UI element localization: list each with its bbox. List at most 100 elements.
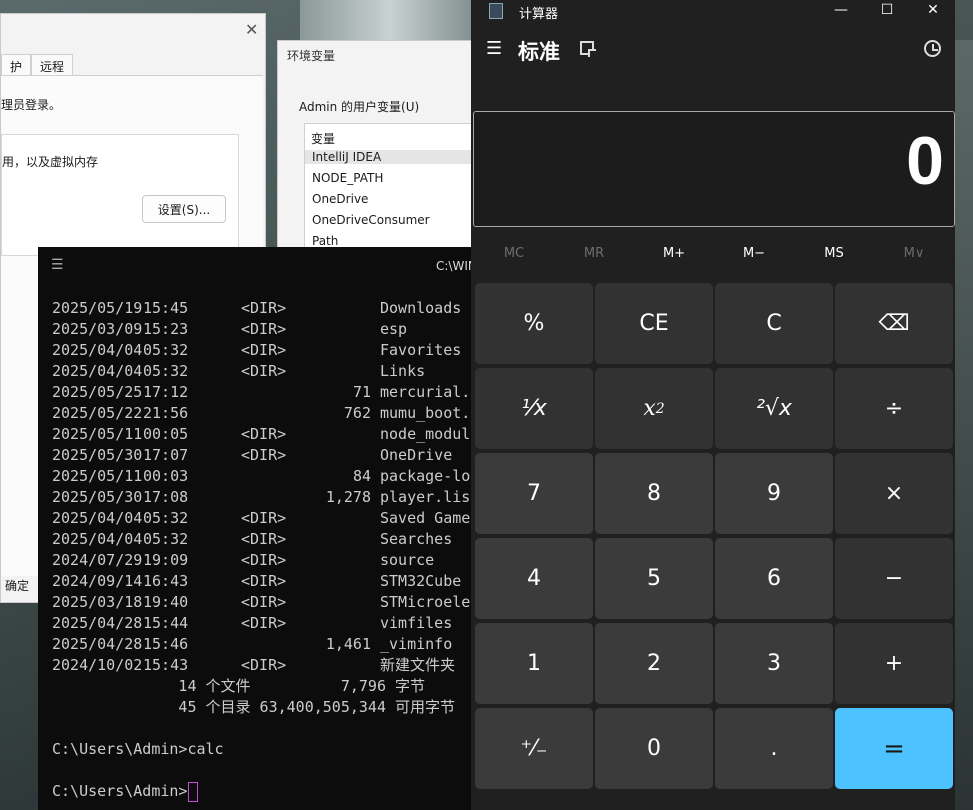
clear-button[interactable]: C	[715, 283, 833, 364]
entry-date: 2025/03/18	[52, 593, 143, 611]
digit-6-button[interactable]: 6	[715, 538, 833, 619]
list-item[interactable]: NODE_PATH	[312, 171, 383, 185]
entry-time: 15:43	[143, 656, 189, 674]
terminal-line: 2025/05/2221:56 762 mumu_boot.t	[52, 403, 479, 424]
entry-date: 2025/05/11	[52, 467, 143, 485]
summary-files-line: 14 个文件 7,796 字节	[52, 677, 426, 695]
performance-group: 用，以及虚拟内存 设置(S)...	[1, 134, 239, 256]
terminal-output: 2025/05/1915:45 <DIR> Downloads 2025/03/091…	[52, 298, 479, 802]
tab-protection[interactable]: 护	[1, 54, 32, 76]
maximize-button[interactable]: ☐	[864, 0, 910, 20]
history-icon[interactable]	[924, 40, 941, 57]
entry-date: 2024/10/02	[52, 656, 143, 674]
multiply-button[interactable]: ×	[835, 453, 953, 534]
memory-subtract-button[interactable]: M−	[714, 246, 794, 261]
memory-add-button[interactable]: M+	[634, 246, 714, 261]
divide-button[interactable]: ÷	[835, 368, 953, 449]
entry-name: player.list	[380, 488, 480, 506]
entry-date: 2025/05/22	[52, 404, 143, 422]
square-button[interactable]: x2	[595, 368, 713, 449]
negate-button[interactable]: ⁺⁄₋	[475, 708, 593, 789]
sysprops-tabs: 护 远程	[1, 54, 74, 76]
digit-7-button[interactable]: 7	[475, 453, 593, 534]
column-header-variable[interactable]: 变量	[311, 130, 335, 147]
digit-4-button[interactable]: 4	[475, 538, 593, 619]
entry-dir-flag: <DIR>	[241, 341, 287, 359]
tab-remote[interactable]: 远程	[31, 54, 74, 76]
calculator-window: 计算器 — ☐ ✕ ☰ 标准 0 MC MR M+ M− MS M∨ % CE …	[471, 0, 955, 810]
entry-time: 00:05	[143, 425, 189, 443]
entry-dir-flag: <DIR>	[241, 593, 287, 611]
entry-dir-flag: <DIR>	[241, 362, 287, 380]
settings-button[interactable]: 设置(S)...	[142, 195, 226, 223]
digit-8-button[interactable]: 8	[595, 453, 713, 534]
memory-list-button[interactable]: M∨	[874, 246, 954, 261]
entry-time: 05:32	[143, 362, 189, 380]
entry-dir-flag: <DIR>	[241, 572, 287, 590]
digit-5-button[interactable]: 5	[595, 538, 713, 619]
memory-store-button[interactable]: MS	[794, 246, 874, 261]
terminal-window[interactable]: ☰ C:\WIN 2025/05/1915:45 <DIR> Downloads 20…	[38, 247, 479, 810]
percent-button[interactable]: %	[475, 283, 593, 364]
entry-time: 21:56	[143, 404, 189, 422]
minus-button[interactable]: −	[835, 538, 953, 619]
entry-name: Links	[380, 362, 426, 380]
terminal-line: 2025/05/1100:03 84 package-loc	[52, 466, 479, 487]
window-title: 计算器	[519, 7, 559, 22]
memory-clear-button[interactable]: MC	[474, 246, 554, 261]
digit-1-button[interactable]: 1	[475, 623, 593, 704]
entry-size: 84	[352, 467, 371, 485]
digit-0-button[interactable]: 0	[595, 708, 713, 789]
entry-size: 1,461	[325, 635, 371, 653]
digit-2-button[interactable]: 2	[595, 623, 713, 704]
entry-dir-flag: <DIR>	[241, 551, 287, 569]
entry-name: Favorites	[380, 341, 462, 359]
entry-date: 2025/04/28	[52, 635, 143, 653]
list-item[interactable]: IntelliJ IDEA	[305, 150, 483, 164]
entry-date: 2025/05/19	[52, 299, 143, 317]
digit-9-button[interactable]: 9	[715, 453, 833, 534]
backspace-button[interactable]: ⌫	[835, 283, 953, 364]
close-button[interactable]: ✕	[910, 0, 955, 20]
ok-button[interactable]: 确定	[5, 577, 29, 594]
entry-time: 05:32	[143, 509, 189, 527]
entry-name: STM32Cube	[380, 572, 462, 590]
entry-name: source	[380, 551, 435, 569]
entry-time: 16:43	[143, 572, 189, 590]
wallpaper-edge	[955, 40, 973, 810]
equals-button[interactable]: =	[835, 708, 953, 789]
list-item[interactable]: Path	[312, 234, 338, 248]
square-root-button[interactable]: ²√x	[715, 368, 833, 449]
result-display: 0	[473, 111, 955, 227]
digit-3-button[interactable]: 3	[715, 623, 833, 704]
entry-date: 2025/05/30	[52, 488, 143, 506]
memory-recall-button[interactable]: MR	[554, 246, 634, 261]
list-item[interactable]: OneDriveConsumer	[312, 213, 430, 227]
entry-name: 新建文件夹	[380, 656, 456, 674]
reciprocal-button[interactable]: ¹⁄x	[475, 368, 593, 449]
entry-time: 00:03	[143, 467, 189, 485]
entry-time: 15:23	[143, 320, 189, 338]
plus-button[interactable]: +	[835, 623, 953, 704]
menu-icon[interactable]: ☰	[51, 257, 64, 273]
summary-dirs-line: 45 个目录 63,400,505,344 可用字节	[52, 698, 456, 716]
clear-entry-button[interactable]: CE	[595, 283, 713, 364]
entry-time: 17:08	[143, 488, 189, 506]
terminal-line: 2025/05/3017:08 1,278 player.list	[52, 487, 479, 508]
hamburger-menu-icon[interactable]: ☰	[486, 38, 502, 59]
list-item[interactable]: OneDrive	[312, 192, 368, 206]
terminal-line: 2025/04/0405:32 <DIR> Favorites	[52, 340, 479, 361]
terminal-line: 2024/09/1416:43 <DIR> STM32Cube	[52, 571, 479, 592]
decimal-button[interactable]: .	[715, 708, 833, 789]
text-cursor	[188, 781, 199, 802]
keep-on-top-icon[interactable]	[580, 41, 596, 57]
terminal-titlebar[interactable]: ☰ C:\WIN	[38, 247, 478, 283]
minimize-button[interactable]: —	[818, 0, 864, 20]
command-line: C:\Users\Admin>calc	[52, 740, 224, 758]
terminal-line: 2024/10/0215:43 <DIR> 新建文件夹	[52, 655, 479, 676]
close-icon[interactable]: ✕	[245, 20, 258, 39]
entry-name: Saved Games	[380, 509, 480, 527]
entry-time: 05:32	[143, 341, 189, 359]
